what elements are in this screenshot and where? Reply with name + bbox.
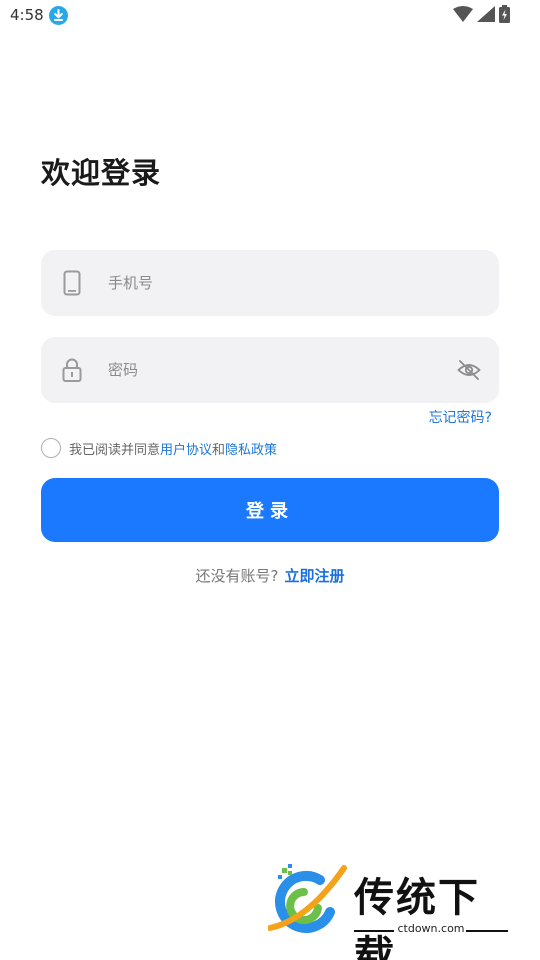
- watermark-logo-icon: [267, 862, 348, 942]
- wifi-icon: [453, 6, 473, 26]
- watermark: 传统下载 ctdown.com: [267, 862, 518, 960]
- signal-icon: [477, 6, 495, 26]
- page-title: 欢迎登录: [41, 156, 162, 190]
- no-account-text: 还没有账号?: [195, 567, 279, 585]
- status-time: 4:58: [10, 6, 44, 24]
- agreement-prefix: 我已阅读并同意: [69, 442, 161, 458]
- phone-input[interactable]: [108, 250, 438, 316]
- agreement-row: 我已阅读并同意 用户协议 和 隐私政策: [41, 437, 277, 459]
- register-row: 还没有账号? 立即注册: [0, 565, 540, 586]
- user-agreement-link[interactable]: 用户协议: [160, 439, 212, 458]
- agreement-and: 和: [212, 442, 226, 458]
- lock-icon: [61, 357, 83, 383]
- status-icons: [453, 5, 510, 27]
- password-field[interactable]: [41, 337, 499, 403]
- phone-field[interactable]: [41, 250, 499, 316]
- download-icon: [49, 6, 68, 25]
- watermark-brand: 传统下载: [354, 875, 480, 960]
- status-bar: 4:58: [0, 0, 540, 30]
- privacy-policy-link[interactable]: 隐私政策: [225, 439, 277, 458]
- battery-icon: [499, 5, 510, 27]
- watermark-divider-right: [466, 930, 508, 932]
- phone-icon: [61, 270, 83, 296]
- register-link[interactable]: 立即注册: [284, 567, 344, 585]
- password-input[interactable]: [108, 337, 438, 403]
- watermark-url: ctdown.com: [397, 922, 465, 935]
- agreement-checkbox[interactable]: [41, 438, 61, 458]
- eye-off-icon[interactable]: [457, 359, 481, 381]
- login-button[interactable]: 登录: [41, 478, 499, 542]
- forgot-password-link[interactable]: 忘记密码?: [429, 407, 492, 427]
